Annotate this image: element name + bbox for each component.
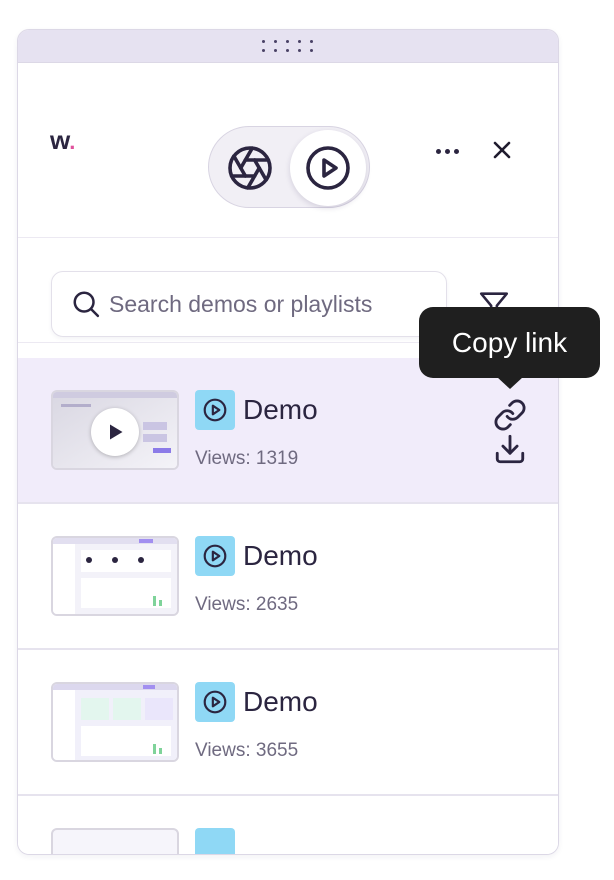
demo-type-badge: [195, 682, 235, 722]
play-circle-icon: [306, 146, 350, 190]
drag-handle[interactable]: [18, 30, 558, 63]
play-circle-icon: [203, 690, 227, 714]
thumbnail-image: [53, 684, 177, 760]
play-circle-icon: [203, 398, 227, 422]
aperture-icon: [228, 146, 272, 190]
download-icon[interactable]: [493, 432, 527, 466]
demo-list: Demo Views: 1319 Demo Views: 2635 Demo V…: [18, 358, 558, 854]
thumbnail-play-button[interactable]: [91, 408, 139, 456]
demo-title: Demo: [243, 394, 318, 425]
link-icon[interactable]: [493, 398, 527, 432]
demo-type-badge: [195, 536, 235, 576]
play-icon: [110, 424, 123, 440]
panel-header: w.: [18, 63, 558, 238]
play-circle-icon: [203, 544, 227, 568]
play-mode-button[interactable]: [290, 130, 366, 206]
row-actions: [493, 398, 527, 466]
capture-mode-button[interactable]: [212, 130, 288, 206]
list-item[interactable]: [18, 796, 558, 854]
ellipsis-icon: [435, 148, 441, 154]
close-icon[interactable]: [490, 138, 514, 162]
demo-title: Demo: [243, 686, 318, 717]
mode-toggle[interactable]: [208, 126, 370, 208]
demo-type-badge: [195, 390, 235, 430]
search-input[interactable]: [109, 290, 429, 318]
more-options-button[interactable]: [432, 143, 462, 159]
demo-thumbnail[interactable]: [51, 536, 179, 616]
search-box[interactable]: [51, 271, 447, 337]
demo-title: Demo: [243, 540, 318, 571]
demo-views: Views: 2635: [195, 594, 299, 615]
list-item[interactable]: Demo Views: 3655: [18, 650, 558, 796]
grip-icon: [262, 39, 314, 53]
demo-thumbnail[interactable]: [51, 828, 179, 854]
list-item[interactable]: Demo Views: 1319: [18, 358, 558, 504]
copy-link-tooltip: Copy link: [419, 307, 600, 389]
thumbnail-image: [53, 538, 177, 614]
demo-views: Views: 3655: [195, 740, 299, 761]
search-icon: [73, 291, 100, 318]
logo: w.: [50, 125, 75, 155]
demo-panel: w. Search demos or playlists Demo Views:…: [17, 29, 559, 855]
demo-views: Views: 1319: [195, 448, 299, 469]
demo-thumbnail[interactable]: [51, 390, 179, 470]
demo-type-badge: [195, 828, 235, 854]
demo-thumbnail[interactable]: [51, 682, 179, 762]
list-item[interactable]: Demo Views: 2635: [18, 504, 558, 650]
